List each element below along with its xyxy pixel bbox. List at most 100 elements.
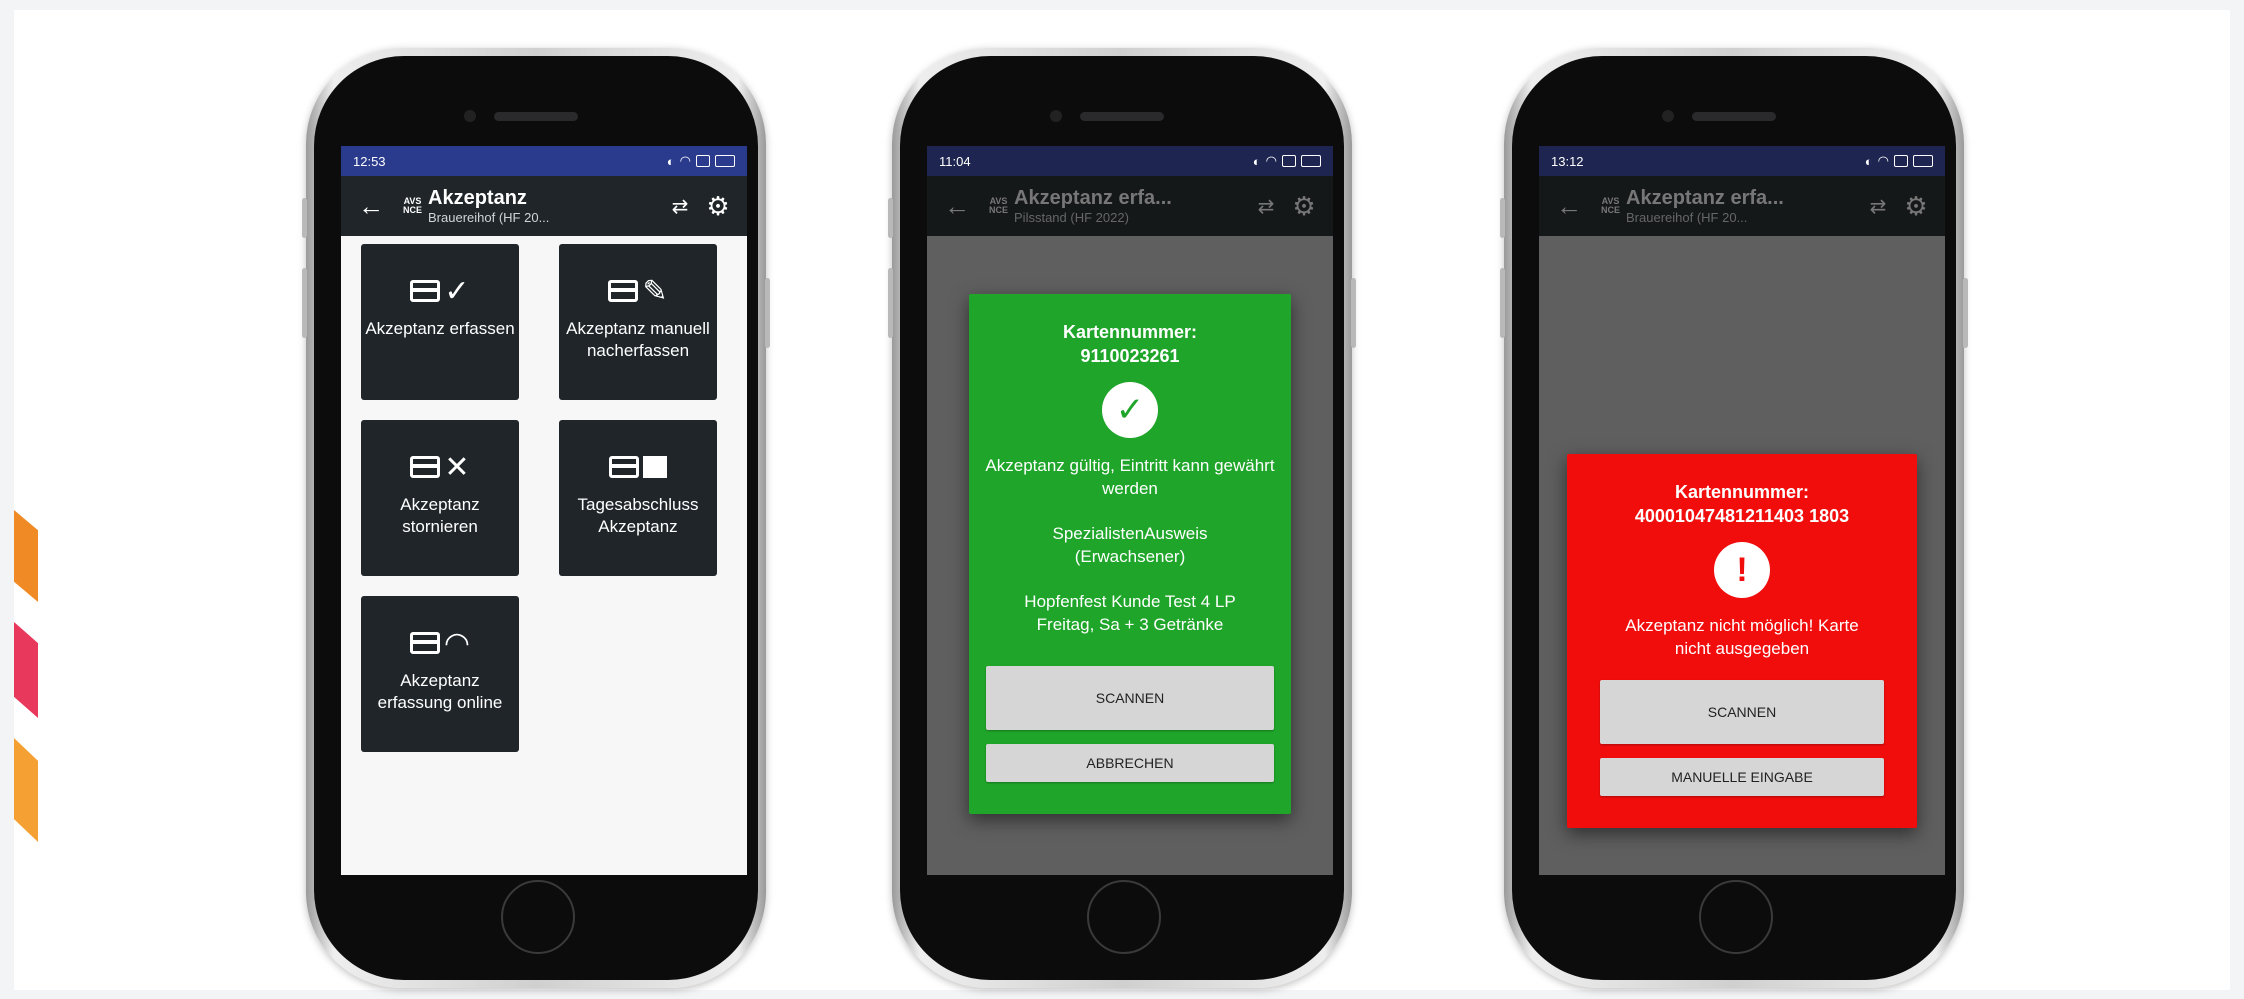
phone-body: 13:12 ◐ ◠ ← AVS NCE Akzeptanz erfa... Bra… <box>1512 56 1956 980</box>
gear-icon[interactable]: ⚙ <box>699 191 737 222</box>
phone-error: 13:12 ◐ ◠ ← AVS NCE Akzeptanz erfa... Bra… <box>1500 48 1968 988</box>
phone-body: 11:04 ◐ ◠ ← AVS NCE Akzeptanz erfa... Pil… <box>900 56 1344 980</box>
tile-label: Tagesabschluss Akzeptanz <box>577 495 699 536</box>
back-arrow-icon[interactable]: ← <box>937 191 977 222</box>
accent-shape-pink <box>14 622 38 718</box>
screen: 12:53 ◐ ◠ ← AVS NCE Akzeptanz Brauereihof… <box>341 146 747 875</box>
gear-icon[interactable]: ⚙ <box>1897 191 1935 222</box>
tile-label: Akzeptanz erfassung online <box>377 671 503 712</box>
wifi-icon: ◠ <box>679 153 691 168</box>
card-number-label: Kartennummer: <box>1062 322 1198 342</box>
tile-tagesabschluss[interactable]: Tagesabschluss Akzeptanz <box>559 420 717 576</box>
success-dialog: Kartennummer: 9110023261 ✓ Akzeptanz gül… <box>969 294 1291 814</box>
side-button <box>1963 278 1968 348</box>
phone-success: 11:04 ◐ ◠ ← AVS NCE Akzeptanz erfa... Pil… <box>888 48 1356 988</box>
sync-icon: ◐ <box>1252 153 1261 169</box>
scan-button[interactable]: SCANNEN <box>1600 680 1884 744</box>
cancel-button[interactable]: ABBRECHEN <box>986 744 1274 782</box>
app-bar-titles: Akzeptanz Brauereihof (HF 20... <box>428 187 661 225</box>
page-subtitle: Pilsstand (HF 2022) <box>1014 210 1129 225</box>
sim-icon <box>696 155 710 167</box>
sim-icon <box>1894 155 1908 167</box>
home-button[interactable] <box>501 880 575 954</box>
back-arrow-icon[interactable]: ← <box>1549 191 1589 222</box>
status-icons: ◐ ◠ <box>1865 153 1933 169</box>
page-subtitle: Brauereihof (HF 20... <box>428 210 550 225</box>
tile-label: Akzeptanz manuell nacherfassen <box>566 319 710 360</box>
card-number-label: Kartennummer: <box>1674 482 1810 502</box>
battery-icon <box>1913 155 1933 167</box>
side-button <box>888 268 893 338</box>
page-subtitle: Brauereihof (HF 20... <box>1626 210 1748 225</box>
card-wifi-icon: ◠ <box>409 622 470 664</box>
app-bar: ← AVS NCE Akzeptanz erfa... Brauereihof (… <box>1539 176 1945 236</box>
customer-info: Hopfenfest Kunde Test 4 LP Freitag, Sa +… <box>1024 592 1236 634</box>
swap-icon[interactable]: ⇄ <box>661 194 699 219</box>
sync-icon: ◐ <box>1864 153 1873 169</box>
wifi-icon: ◠ <box>1877 153 1889 168</box>
camera <box>1050 110 1062 122</box>
page-title: Akzeptanz erfa... <box>1014 187 1172 209</box>
card-number: 9110023261 <box>1080 346 1180 366</box>
status-message: Akzeptanz nicht möglich! Karte nicht aus… <box>1625 616 1859 658</box>
card-check-icon: ✓ <box>410 270 470 312</box>
tile-akzeptanz-erfassen[interactable]: ✓ Akzeptanz erfassen <box>361 244 519 400</box>
home-button[interactable] <box>1699 880 1773 954</box>
error-dialog: Kartennummer: 40001047481211403 1803 ! A… <box>1567 454 1917 828</box>
card-type: SpezialistenAusweis (Erwachsener) <box>1052 524 1208 566</box>
side-button <box>302 198 307 238</box>
avs-logo: AVS NCE <box>403 196 423 215</box>
app-bar-titles: Akzeptanz erfa... Pilsstand (HF 2022) <box>1014 187 1247 225</box>
tile-label: Akzeptanz erfassen <box>365 319 515 338</box>
tile-akzeptanz-manuell[interactable]: ✎ Akzeptanz manuell nacherfassen <box>559 244 717 400</box>
sync-icon: ◐ <box>666 153 675 169</box>
exclamation-icon: ! <box>1714 542 1770 598</box>
content-card: 12:53 ◐ ◠ ← AVS NCE Akzeptanz Brauereihof… <box>14 10 2230 990</box>
menu-grid: ✓ Akzeptanz erfassen ✎ Akzeptanz manuell… <box>341 236 747 752</box>
checkmark-icon: ✓ <box>1102 382 1158 438</box>
phone-body: 12:53 ◐ ◠ ← AVS NCE Akzeptanz Brauereihof… <box>314 56 758 980</box>
swap-icon[interactable]: ⇄ <box>1859 194 1897 219</box>
screen: 13:12 ◐ ◠ ← AVS NCE Akzeptanz erfa... Bra… <box>1539 146 1945 875</box>
accent-shape-yellow <box>14 738 38 842</box>
app-bar-titles: Akzeptanz erfa... Brauereihof (HF 20... <box>1626 187 1859 225</box>
camera <box>464 110 476 122</box>
side-button <box>888 198 893 238</box>
back-arrow-icon[interactable]: ← <box>351 191 391 222</box>
card-cancel-icon: ✕ <box>410 446 470 488</box>
speaker <box>1080 112 1164 121</box>
page-title: Akzeptanz <box>428 187 527 209</box>
scan-button[interactable]: SCANNEN <box>986 666 1274 730</box>
avs-logo: AVS NCE <box>1601 196 1621 215</box>
manual-entry-button[interactable]: MANUELLE EINGABE <box>1600 758 1884 796</box>
card-number: 40001047481211403 1803 <box>1634 506 1850 526</box>
status-icons: ◐ ◠ <box>667 153 735 169</box>
speaker <box>494 112 578 121</box>
battery-icon <box>1301 155 1321 167</box>
tile-akzeptanz-stornieren[interactable]: ✕ Akzeptanz stornieren <box>361 420 519 576</box>
side-button <box>765 278 770 348</box>
page-title: Akzeptanz erfa... <box>1626 187 1784 209</box>
gear-icon[interactable]: ⚙ <box>1285 191 1323 222</box>
status-bar: 11:04 ◐ ◠ <box>927 146 1333 176</box>
card-report-icon <box>609 446 667 488</box>
status-bar: 13:12 ◐ ◠ <box>1539 146 1945 176</box>
sim-icon <box>1282 155 1296 167</box>
status-time: 11:04 <box>939 153 971 169</box>
status-time: 12:53 <box>353 153 386 169</box>
tile-akzeptanz-online[interactable]: ◠ Akzeptanz erfassung online <box>361 596 519 752</box>
side-button <box>1500 198 1505 238</box>
screen: 11:04 ◐ ◠ ← AVS NCE Akzeptanz erfa... Pil… <box>927 146 1333 875</box>
status-icons: ◐ ◠ <box>1253 153 1321 169</box>
app-bar: ← AVS NCE Akzeptanz Brauereihof (HF 20...… <box>341 176 747 236</box>
wifi-icon: ◠ <box>1265 153 1277 168</box>
accent-shape-orange <box>14 510 38 602</box>
camera <box>1662 110 1674 122</box>
swap-icon[interactable]: ⇄ <box>1247 194 1285 219</box>
tile-label: Akzeptanz stornieren <box>400 495 480 536</box>
speaker <box>1692 112 1776 121</box>
side-button <box>1351 278 1356 348</box>
status-time: 13:12 <box>1551 153 1584 169</box>
phone-menu: 12:53 ◐ ◠ ← AVS NCE Akzeptanz Brauereihof… <box>302 48 770 988</box>
home-button[interactable] <box>1087 880 1161 954</box>
